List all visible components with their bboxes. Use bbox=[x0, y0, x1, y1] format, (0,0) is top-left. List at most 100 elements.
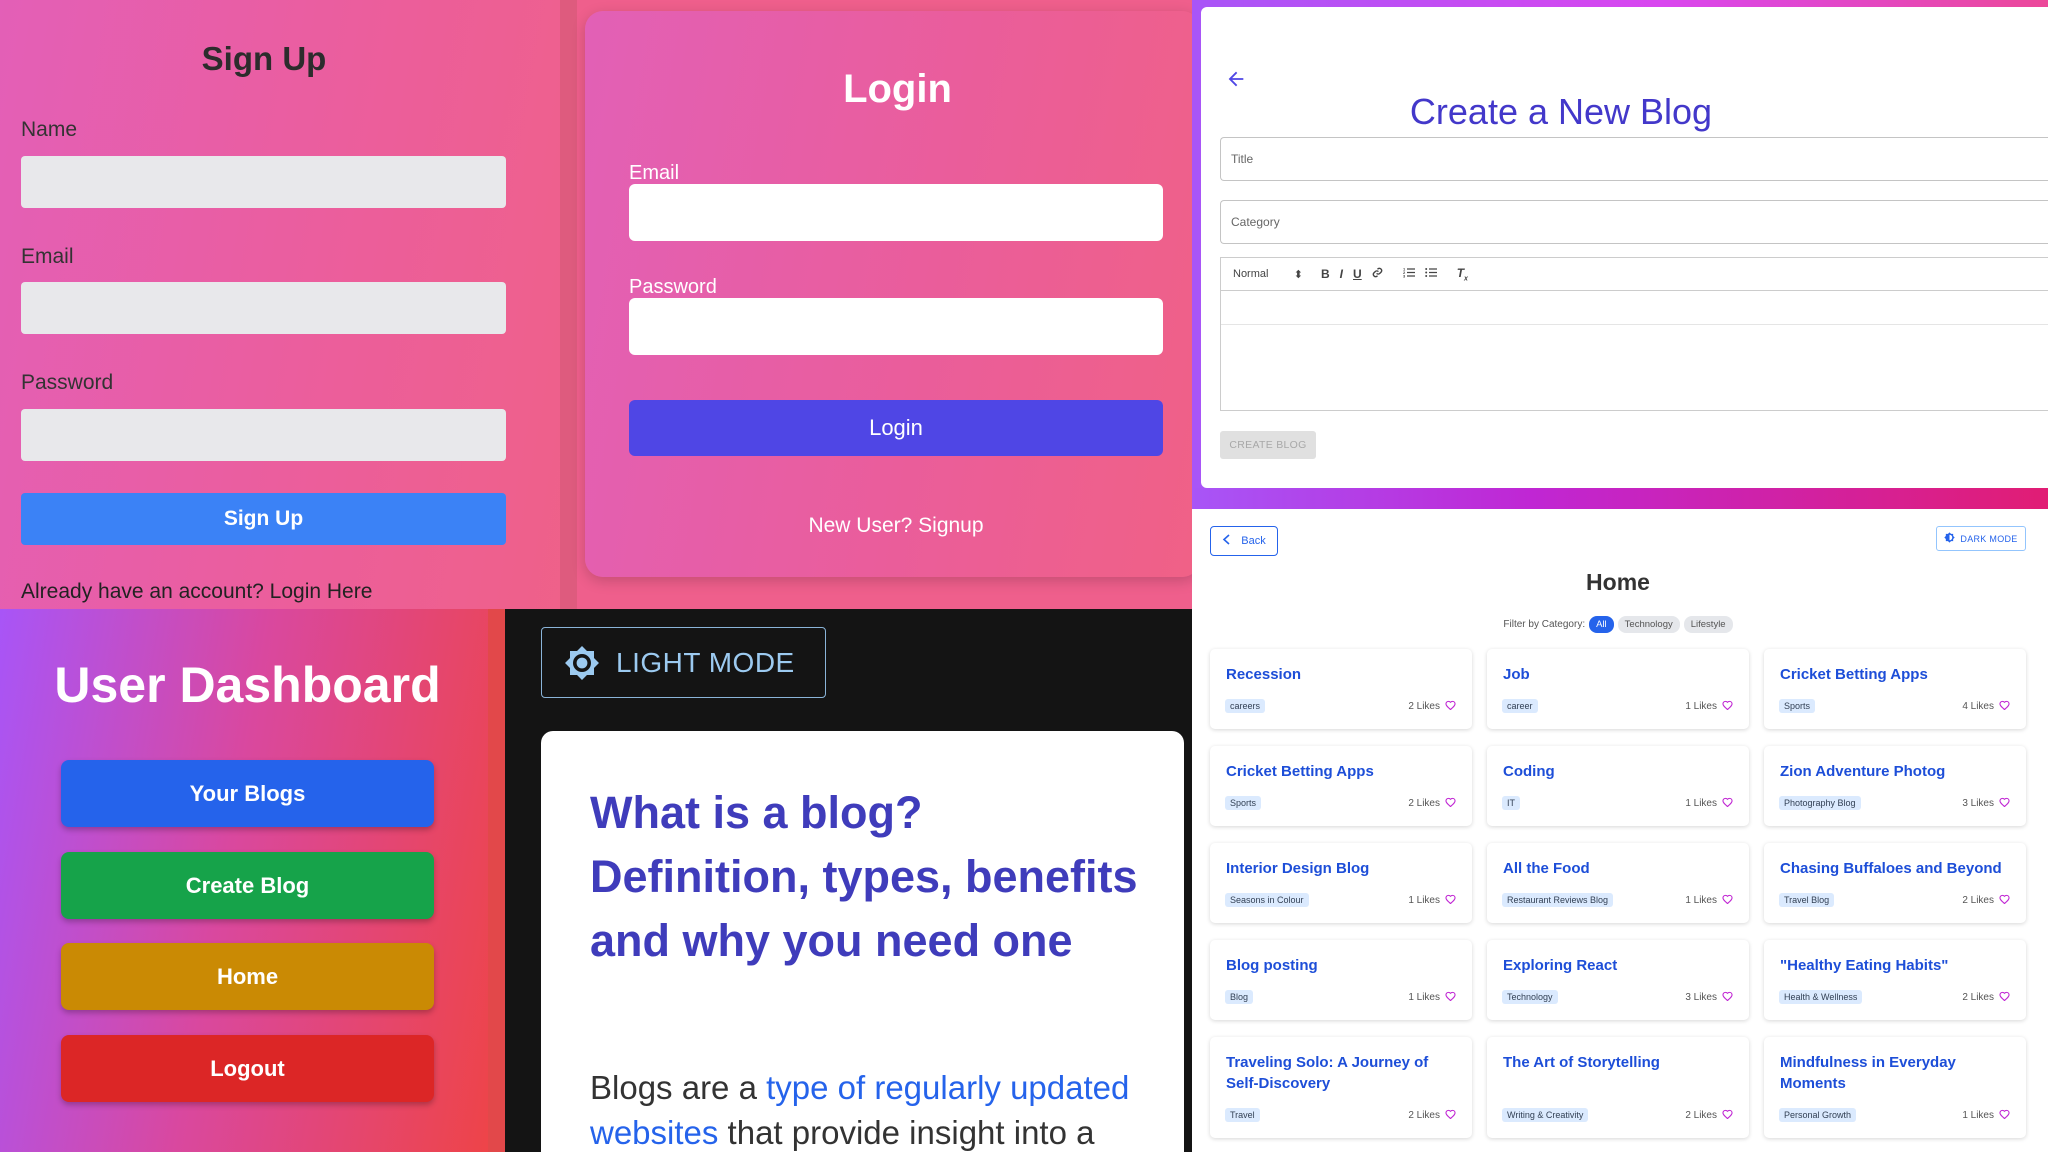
blog-title[interactable]: Exploring React bbox=[1503, 955, 1728, 976]
blog-title[interactable]: Blog posting bbox=[1226, 955, 1451, 976]
article-body-start: Blogs are a bbox=[590, 1069, 767, 1106]
blog-editor[interactable] bbox=[1220, 291, 2048, 411]
login-button[interactable]: Login bbox=[629, 400, 1163, 456]
blog-title[interactable]: Chasing Buffaloes and Beyond bbox=[1780, 858, 2005, 879]
email-label: Email bbox=[629, 162, 680, 184]
likes-counter: 2 Likes bbox=[1962, 894, 2010, 907]
italic-icon[interactable]: I bbox=[1340, 267, 1343, 281]
blog-card[interactable]: Job career 1 Likes bbox=[1487, 649, 1749, 729]
your-blogs-button[interactable]: Your Blogs bbox=[61, 760, 434, 827]
heart-icon[interactable] bbox=[1999, 894, 2010, 907]
article-heading: What is a blog? Definition, types, benef… bbox=[590, 787, 1138, 966]
blog-title[interactable]: Traveling Solo: A Journey of Self-Discov… bbox=[1226, 1052, 1451, 1094]
blog-title[interactable]: Cricket Betting Apps bbox=[1226, 761, 1451, 782]
ordered-list-icon[interactable]: 123 bbox=[1403, 267, 1415, 281]
light-mode-button[interactable]: LIGHT MODE bbox=[541, 627, 826, 698]
blog-title[interactable]: The Art of Storytelling bbox=[1503, 1052, 1728, 1073]
blog-title[interactable]: "Healthy Eating Habits" bbox=[1780, 955, 2005, 976]
heart-icon[interactable] bbox=[1722, 894, 1733, 907]
heart-icon[interactable] bbox=[1445, 991, 1456, 1004]
blog-card[interactable]: "Healthy Eating Habits" Health & Wellness… bbox=[1764, 940, 2026, 1020]
email-label: Email bbox=[21, 245, 74, 268]
password-field[interactable] bbox=[21, 409, 506, 461]
name-field[interactable] bbox=[21, 156, 506, 208]
blog-card[interactable]: Chasing Buffaloes and Beyond Travel Blog 2… bbox=[1764, 843, 2026, 923]
category-tag: careers bbox=[1225, 699, 1266, 713]
blog-card[interactable]: Cricket Betting Apps Sports 4 Likes bbox=[1764, 649, 2026, 729]
heart-icon[interactable] bbox=[1999, 797, 2010, 810]
login-link[interactable]: Already have an account? Login Here bbox=[21, 580, 372, 604]
blog-title[interactable]: Job bbox=[1503, 664, 1728, 685]
underline-icon[interactable]: U bbox=[1353, 267, 1362, 281]
blog-title[interactable]: Interior Design Blog bbox=[1226, 858, 1451, 879]
svg-text:3: 3 bbox=[1403, 274, 1406, 279]
heart-icon[interactable] bbox=[1445, 894, 1456, 907]
panel-gradient-strip bbox=[1192, 488, 2048, 509]
heart-icon[interactable] bbox=[1722, 991, 1733, 1004]
likes-counter: 1 Likes bbox=[1685, 700, 1733, 713]
category-tag: Sports bbox=[1779, 699, 1816, 713]
category-tag: Health & Wellness bbox=[1779, 990, 1863, 1004]
category-input[interactable]: Category bbox=[1220, 200, 2048, 244]
title-input[interactable]: Title bbox=[1220, 137, 2048, 181]
blog-card[interactable]: Cricket Betting Apps Sports 2 Likes bbox=[1210, 746, 1472, 826]
blog-title[interactable]: Coding bbox=[1503, 761, 1728, 782]
back-button[interactable]: Back bbox=[1210, 526, 1278, 556]
blog-card[interactable]: Blog posting Blog 1 Likes bbox=[1210, 940, 1472, 1020]
heart-icon[interactable] bbox=[1722, 700, 1733, 713]
blog-card[interactable]: Recession careers 2 Likes bbox=[1210, 649, 1472, 729]
filter-chip-all[interactable]: All bbox=[1589, 616, 1614, 633]
clear-format-icon[interactable]: Tx bbox=[1457, 266, 1468, 282]
blog-title[interactable]: Recession bbox=[1226, 664, 1451, 685]
blog-title[interactable]: All the Food bbox=[1503, 858, 1728, 879]
blog-title[interactable]: Cricket Betting Apps bbox=[1780, 664, 2005, 685]
signup-button[interactable]: Sign Up bbox=[21, 493, 506, 545]
heart-icon[interactable] bbox=[1999, 991, 2010, 1004]
home-panel: Back DARK MODE Home Filter by Category: … bbox=[1192, 509, 2048, 1152]
likes-counter: 1 Likes bbox=[1408, 991, 1456, 1004]
blog-card[interactable]: All the Food Restaurant Reviews Blog 1 Lik… bbox=[1487, 843, 1749, 923]
create-blog-button[interactable]: Create Blog bbox=[61, 852, 434, 919]
heart-icon[interactable] bbox=[1999, 1109, 2010, 1122]
filter-chip-technology[interactable]: Technology bbox=[1617, 616, 1680, 633]
heart-icon[interactable] bbox=[1999, 700, 2010, 713]
blog-card[interactable]: The Art of Storytelling Writing & Creativ… bbox=[1487, 1037, 1749, 1138]
heart-icon[interactable] bbox=[1445, 1109, 1456, 1122]
heart-icon[interactable] bbox=[1722, 1109, 1733, 1122]
blog-title[interactable]: Zion Adventure Photog bbox=[1780, 761, 2005, 782]
heart-icon[interactable] bbox=[1445, 700, 1456, 713]
likes-count: 1 Likes bbox=[1685, 701, 1717, 712]
logout-button[interactable]: Logout bbox=[61, 1035, 434, 1102]
password-field[interactable] bbox=[629, 298, 1163, 355]
blog-card[interactable]: Zion Adventure Photog Photography Blog 3 L… bbox=[1764, 746, 2026, 826]
bold-icon[interactable]: B bbox=[1321, 267, 1330, 281]
heart-icon[interactable] bbox=[1722, 797, 1733, 810]
dark-mode-button[interactable]: DARK MODE bbox=[1936, 526, 2026, 551]
blog-card[interactable]: Traveling Solo: A Journey of Self-Discov… bbox=[1210, 1037, 1472, 1138]
category-tag: Photography Blog bbox=[1779, 796, 1861, 810]
home-button[interactable]: Home bbox=[61, 943, 434, 1010]
likes-counter: 4 Likes bbox=[1962, 700, 2010, 713]
blog-card[interactable]: Interior Design Blog Seasons in Colour 1 L… bbox=[1210, 843, 1472, 923]
email-field[interactable] bbox=[629, 184, 1163, 241]
format-select[interactable]: Normal ⬍ bbox=[1233, 268, 1303, 281]
contrast-icon bbox=[1944, 532, 1956, 545]
bullet-list-icon[interactable] bbox=[1424, 267, 1437, 281]
blog-card[interactable]: Mindfulness in Everyday Moments Personal … bbox=[1764, 1037, 2026, 1138]
signup-link[interactable]: New User? Signup bbox=[585, 514, 1207, 538]
blog-title[interactable]: Mindfulness in Everyday Moments bbox=[1780, 1052, 2005, 1094]
link-icon[interactable] bbox=[1372, 267, 1383, 281]
filter-chip-lifestyle[interactable]: Lifestyle bbox=[1683, 616, 1733, 633]
create-blog-button[interactable]: CREATE BLOG bbox=[1220, 431, 1316, 459]
blog-card[interactable]: Exploring React Technology 3 Likes bbox=[1487, 940, 1749, 1020]
blog-card[interactable]: Coding IT 1 Likes bbox=[1487, 746, 1749, 826]
heart-icon[interactable] bbox=[1445, 797, 1456, 810]
likes-counter: 1 Likes bbox=[1685, 894, 1733, 907]
category-tag: Technology bbox=[1502, 990, 1558, 1004]
dark-mode-label: DARK MODE bbox=[1960, 533, 2018, 544]
likes-counter: 2 Likes bbox=[1685, 1109, 1733, 1122]
category-tag: Writing & Creativity bbox=[1502, 1108, 1589, 1122]
name-label: Name bbox=[21, 118, 78, 141]
likes-counter: 3 Likes bbox=[1962, 797, 2010, 810]
email-field[interactable] bbox=[21, 282, 506, 334]
